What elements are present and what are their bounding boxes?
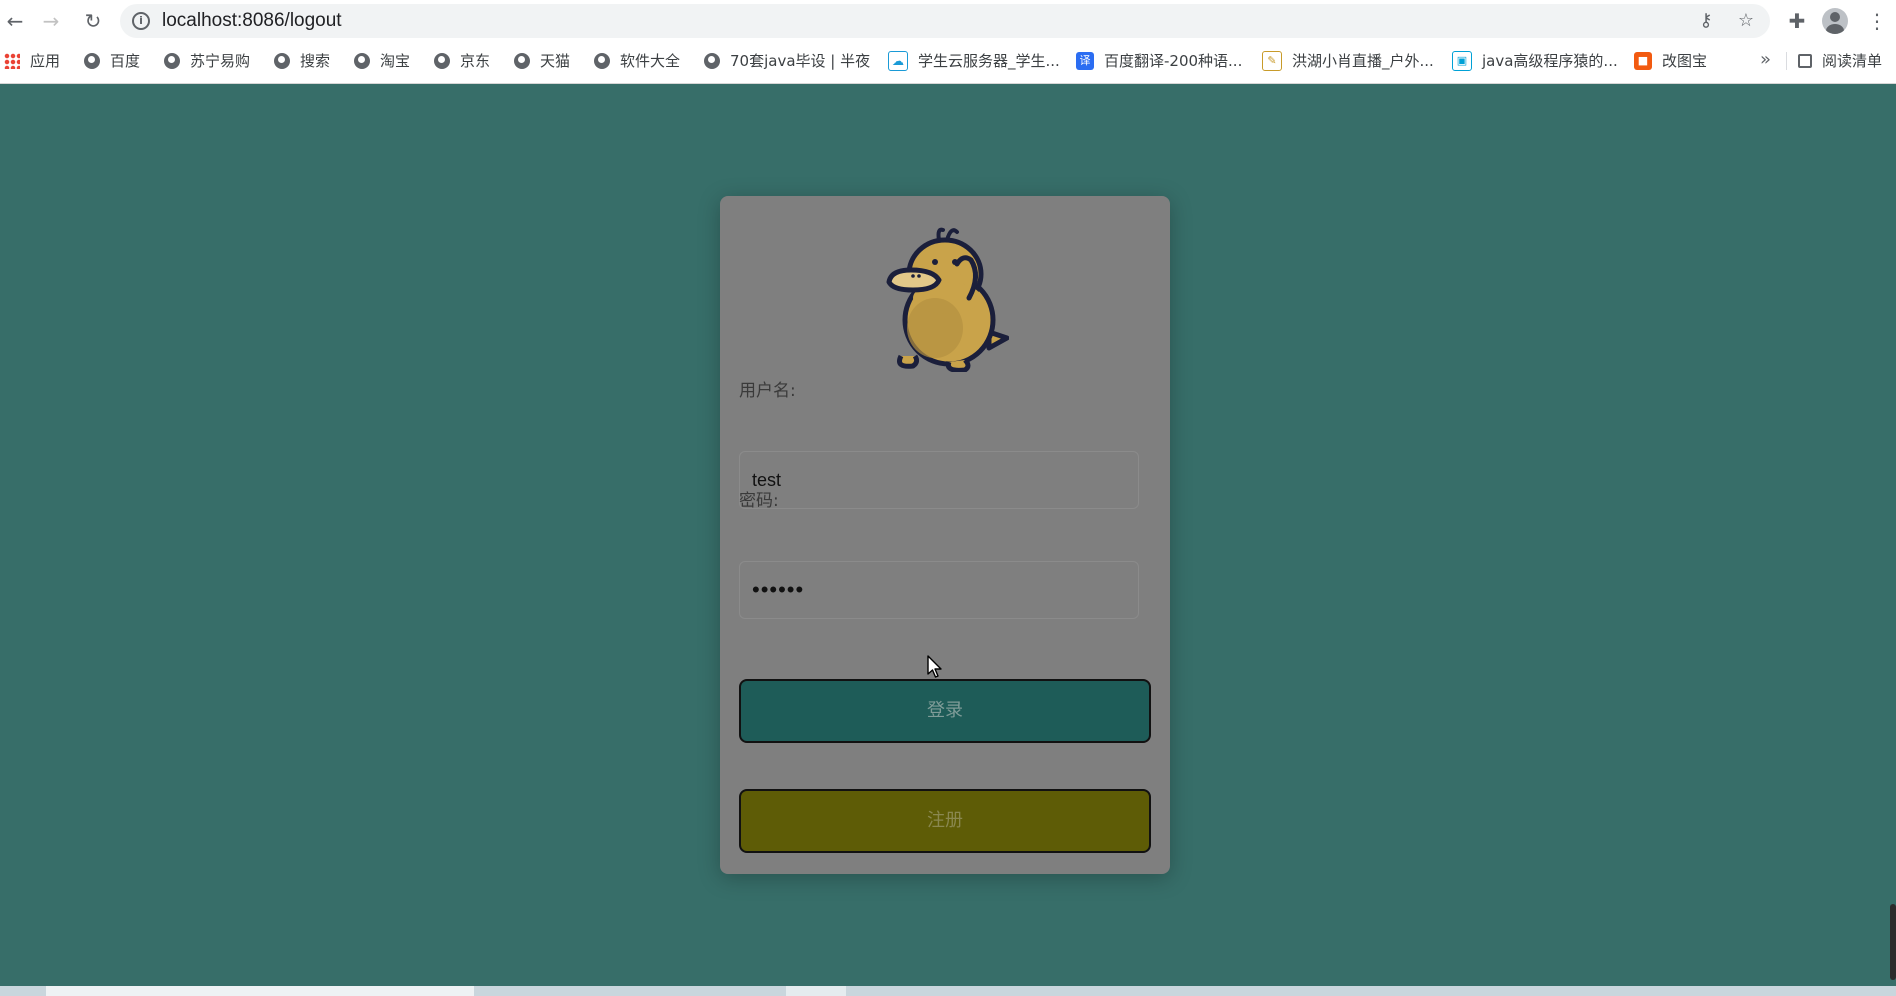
extensions-button[interactable]: ✚ [1782, 6, 1812, 36]
cloud-icon: ☁ [888, 51, 908, 71]
star-icon[interactable]: ☆ [1734, 9, 1758, 33]
bookmarks-divider [1786, 52, 1787, 70]
arrow-left-icon: ← [6, 9, 24, 33]
reading-list-label: 阅读清单 [1822, 52, 1883, 70]
bookmark-label: 应用 [30, 52, 61, 70]
bookmark-label: 京东 [460, 52, 491, 70]
browser-toolbar: ← → ↻ i localhost:8086/logout ⚷ ☆ ✚ ⋮ [0, 0, 1896, 42]
bilibili-icon: ▣ [1452, 51, 1472, 71]
bookmark-label: 70套java毕设 | 半夜 [730, 52, 871, 70]
address-url[interactable]: localhost:8086/logout [162, 4, 342, 38]
profile-icon[interactable] [1822, 8, 1848, 34]
reload-button[interactable]: ↻ [78, 6, 108, 36]
globe-icon [434, 53, 450, 69]
back-button[interactable]: ← [0, 6, 30, 36]
username-label: 用户名: [739, 381, 796, 401]
reading-list-button[interactable]: 阅读清单 [1798, 46, 1882, 76]
globe-icon [594, 53, 610, 69]
bookmark-item[interactable]: 70套java毕设 | 半夜 [704, 46, 870, 76]
bookmarks-overflow-button[interactable]: » [1760, 46, 1771, 76]
scrollbar-thumb[interactable] [1890, 904, 1896, 980]
taskbar-strip [0, 986, 1896, 996]
globe-icon [704, 53, 720, 69]
image-editor-icon: ■ [1634, 52, 1652, 70]
bookmark-label: 天猫 [540, 52, 571, 70]
register-button[interactable]: 注册 [739, 789, 1151, 853]
bookmark-item[interactable]: 京东 [434, 46, 490, 76]
bookmark-item[interactable]: ☁ 学生云服务器_学生... [888, 46, 1060, 76]
login-button[interactable]: 登录 [739, 679, 1151, 743]
bookmark-item[interactable]: 百度 [84, 46, 140, 76]
duck-logo-icon [886, 227, 1009, 372]
puzzle-icon: ✚ [1788, 9, 1806, 33]
kebab-menu-icon[interactable]: ⋮ [1862, 6, 1892, 36]
mouse-cursor-icon [927, 655, 942, 678]
bookmark-item[interactable]: 淘宝 [354, 46, 410, 76]
bookmark-label: 淘宝 [380, 52, 411, 70]
bookmark-label: 百度 [110, 52, 141, 70]
bookmark-label: 学生云服务器_学生... [918, 52, 1060, 70]
bookmarks-bar: 应用 百度 苏宁易购 搜索 淘宝 京东 天猫 软件大全 70套java毕设 | … [0, 46, 1896, 76]
forward-button[interactable]: → [36, 6, 66, 36]
username-input[interactable] [739, 451, 1139, 509]
bookmark-item[interactable]: 天猫 [514, 46, 570, 76]
bookmark-item[interactable]: ✎ 洪湖小肖直播_户外... [1262, 46, 1434, 76]
globe-icon [84, 53, 100, 69]
address-bar[interactable]: i localhost:8086/logout ⚷ ☆ [120, 4, 1770, 38]
bookmark-label: 软件大全 [620, 52, 681, 70]
globe-icon [354, 53, 370, 69]
translate-icon: 译 [1076, 52, 1094, 70]
bookmark-label: 搜索 [300, 52, 331, 70]
password-input[interactable]: •••••• [739, 561, 1139, 619]
bookmark-label: 改图宝 [1662, 52, 1708, 70]
globe-icon [164, 53, 180, 69]
bookmark-item[interactable]: ▣ java高级程序猿的... [1452, 46, 1618, 76]
bookmark-label: 苏宁易购 [190, 52, 251, 70]
key-icon[interactable]: ⚷ [1694, 9, 1718, 33]
bookmark-label: java高级程序猿的... [1482, 52, 1618, 70]
bookmark-item[interactable]: ■ 改图宝 [1634, 46, 1707, 76]
bookmark-label: 百度翻译-200种语... [1104, 52, 1243, 70]
bookmark-item[interactable]: 搜索 [274, 46, 330, 76]
bookmark-item[interactable]: 苏宁易购 [164, 46, 250, 76]
password-label: 密码: [739, 491, 779, 511]
bookmark-label: 洪湖小肖直播_户外... [1292, 52, 1434, 70]
live-stream-icon: ✎ [1262, 51, 1282, 71]
apps-grid-icon [4, 53, 20, 69]
reading-list-icon [1798, 54, 1812, 68]
info-icon[interactable]: i [132, 12, 150, 30]
bookmark-apps[interactable]: 应用 [4, 46, 60, 76]
login-card: 用户名: 密码: •••••• 登录 注册 [720, 196, 1170, 874]
globe-icon [274, 53, 290, 69]
arrow-right-icon: → [42, 9, 60, 33]
taskbar-item[interactable] [786, 986, 846, 996]
globe-icon [514, 53, 530, 69]
browser-chrome: ← → ↻ i localhost:8086/logout ⚷ ☆ ✚ ⋮ 应用… [0, 0, 1896, 84]
bookmark-item[interactable]: 译 百度翻译-200种语... [1076, 46, 1242, 76]
bookmark-item[interactable]: 软件大全 [594, 46, 680, 76]
reload-icon: ↻ [84, 9, 102, 33]
taskbar-item[interactable] [46, 986, 474, 996]
